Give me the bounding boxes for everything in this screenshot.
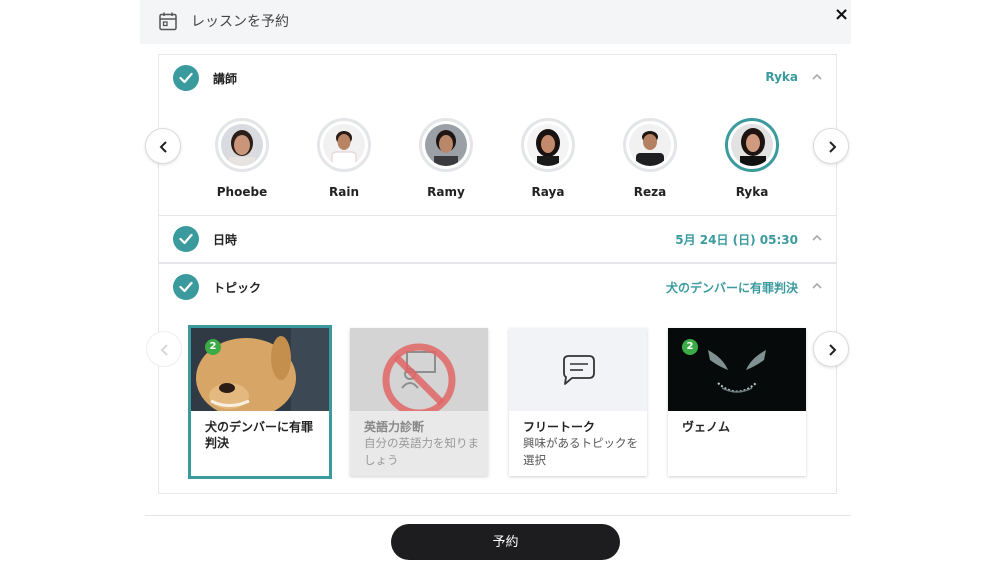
topic-section-label: トピック — [213, 281, 262, 295]
teacher-name: Raya — [531, 185, 565, 199]
topic-badge: 2 — [682, 339, 698, 355]
calendar-icon — [159, 12, 177, 31]
teacher-next-button[interactable] — [813, 128, 849, 164]
topic-card-free-talk[interactable]: フリートーク 興味があるトピックを選択 — [509, 328, 647, 476]
teacher-section-header[interactable]: 講師 Ryka — [158, 54, 837, 102]
avatar-ryka — [731, 124, 773, 166]
chat-bubble-icon — [509, 328, 647, 411]
topic-next-button[interactable] — [813, 331, 849, 367]
teacher-name: Phoebe — [216, 185, 268, 199]
teacher-name: Ramy — [427, 185, 465, 199]
chevron-left-icon — [160, 344, 168, 356]
teacher-avatar — [521, 118, 575, 172]
teacher-prev-button[interactable] — [145, 128, 181, 164]
topic-section-header[interactable]: トピック 犬のデンバーに有罪判決 — [158, 263, 837, 311]
topic-card-english-assessment[interactable]: 英語力診断 自分の英語力を知りましょう — [350, 328, 488, 476]
selected-teacher-value: Ryka — [765, 70, 798, 84]
topic-description: 自分の英語力を知りましょう — [364, 436, 479, 467]
check-icon — [173, 65, 199, 91]
unavailable-icon — [350, 328, 488, 411]
chevron-right-icon — [829, 141, 837, 153]
selected-datetime-value: 5月 24日 (日) 05:30 — [675, 233, 798, 247]
teacher-section-label: 講師 — [213, 72, 238, 86]
modal-header: レッスンを予約 — [140, 0, 851, 44]
teacher-avatar — [419, 118, 473, 172]
topic-badge: 2 — [205, 339, 221, 355]
teacher-card-ramy[interactable]: Ramy — [406, 118, 486, 208]
check-icon — [173, 274, 199, 300]
topic-title: ヴェノム — [682, 420, 731, 434]
datetime-section-header[interactable]: 日時 5月 24日 (日) 05:30 — [158, 215, 837, 263]
teacher-name: Ryka — [735, 185, 769, 199]
book-button[interactable]: 予約 — [391, 524, 620, 560]
check-icon — [173, 226, 199, 252]
teacher-card-phoebe[interactable]: Phoebe — [202, 118, 282, 208]
avatar-reza — [629, 124, 671, 166]
topic-title: 犬のデンバーに有罪判決 — [205, 420, 314, 450]
teacher-card-rain[interactable]: Rain — [304, 118, 384, 208]
chevron-up-icon[interactable] — [812, 72, 822, 82]
chevron-up-icon[interactable] — [812, 281, 822, 291]
teacher-avatar — [623, 118, 677, 172]
chevron-right-icon — [829, 344, 837, 356]
avatar-raya — [527, 124, 569, 166]
teacher-card-reza[interactable]: Reza — [610, 118, 690, 208]
topic-prev-button[interactable] — [146, 331, 182, 367]
topic-card-denver[interactable]: 2 犬のデンバーに有罪判決 — [188, 325, 332, 479]
teacher-name: Reza — [633, 185, 667, 199]
datetime-section-label: 日時 — [213, 233, 238, 247]
avatar-phoebe — [221, 124, 263, 166]
topic-title: フリートーク — [523, 420, 596, 434]
modal-title: レッスンを予約 — [191, 14, 289, 30]
avatar-ramy — [425, 124, 467, 166]
topic-card-venom[interactable]: 2 ヴェノム — [668, 328, 806, 476]
topic-description: 興味があるトピックを選択 — [523, 436, 638, 467]
topic-title: 英語力診断 — [364, 420, 425, 434]
close-icon[interactable]: × — [834, 4, 849, 25]
avatar-rain — [323, 124, 365, 166]
teacher-avatar — [317, 118, 371, 172]
chevron-up-icon[interactable] — [812, 233, 822, 243]
teacher-card-ryka[interactable]: Ryka — [712, 118, 792, 208]
teacher-avatar — [215, 118, 269, 172]
chevron-left-icon — [159, 141, 167, 153]
teacher-name: Rain — [329, 185, 359, 199]
teacher-card-raya[interactable]: Raya — [508, 118, 588, 208]
footer-divider — [145, 515, 851, 516]
teacher-avatar — [725, 118, 779, 172]
selected-topic-value: 犬のデンバーに有罪判決 — [665, 281, 798, 295]
